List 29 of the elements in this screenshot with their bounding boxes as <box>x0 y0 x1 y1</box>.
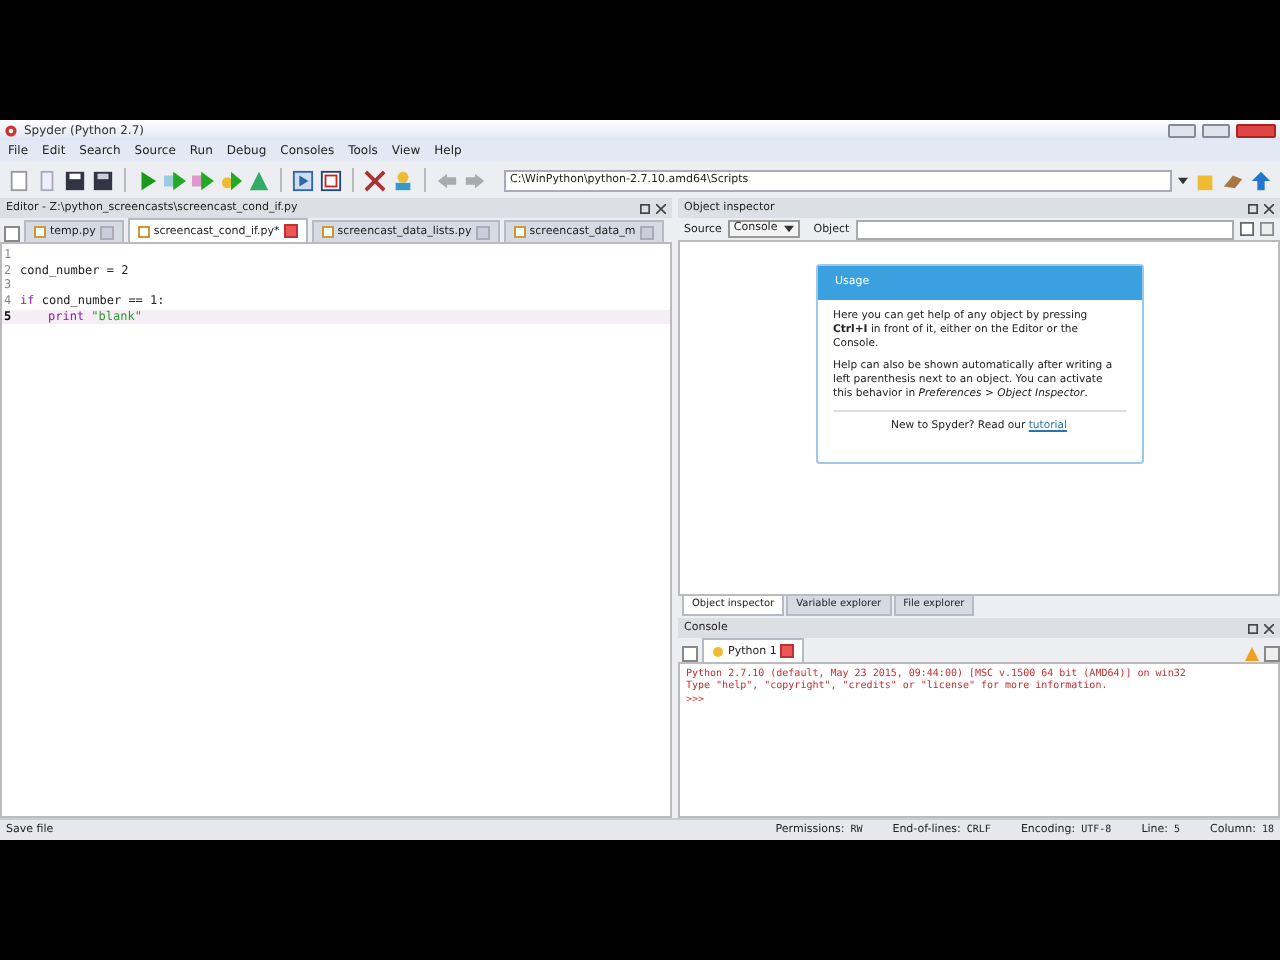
minimize-button[interactable] <box>1168 123 1196 137</box>
fullscreen-icon[interactable] <box>320 169 342 191</box>
dropdown-caret-icon[interactable] <box>1178 175 1188 185</box>
undock-icon[interactable] <box>640 203 650 213</box>
save-all-icon[interactable] <box>92 169 114 191</box>
file-icon <box>513 226 526 238</box>
file-icon <box>137 225 150 237</box>
caret-icon <box>783 224 794 234</box>
undock-icon[interactable] <box>1248 623 1258 633</box>
browse-tabs-icon[interactable] <box>682 646 698 662</box>
save-icon[interactable] <box>64 169 86 191</box>
run-selection-icon[interactable] <box>220 169 242 191</box>
undock-icon[interactable] <box>1248 203 1258 213</box>
app-logo-icon <box>4 123 18 137</box>
back-arrow-icon[interactable] <box>436 169 458 191</box>
file-icon <box>321 226 334 238</box>
maximize-pane-icon[interactable] <box>292 169 314 191</box>
browse-tabs-icon[interactable] <box>4 226 20 242</box>
run-cell-icon[interactable] <box>164 169 186 191</box>
up-arrow-icon[interactable] <box>1250 169 1272 191</box>
forward-arrow-icon[interactable] <box>464 169 486 191</box>
maximize-button[interactable] <box>1202 123 1230 137</box>
debug-icon[interactable] <box>248 169 270 191</box>
file-icon <box>34 226 46 238</box>
run-icon[interactable] <box>136 169 158 191</box>
object-field[interactable] <box>855 219 1234 239</box>
new-file-icon[interactable] <box>8 169 30 191</box>
close-button[interactable] <box>1236 123 1276 137</box>
run-cell-advance-icon[interactable] <box>192 169 214 191</box>
